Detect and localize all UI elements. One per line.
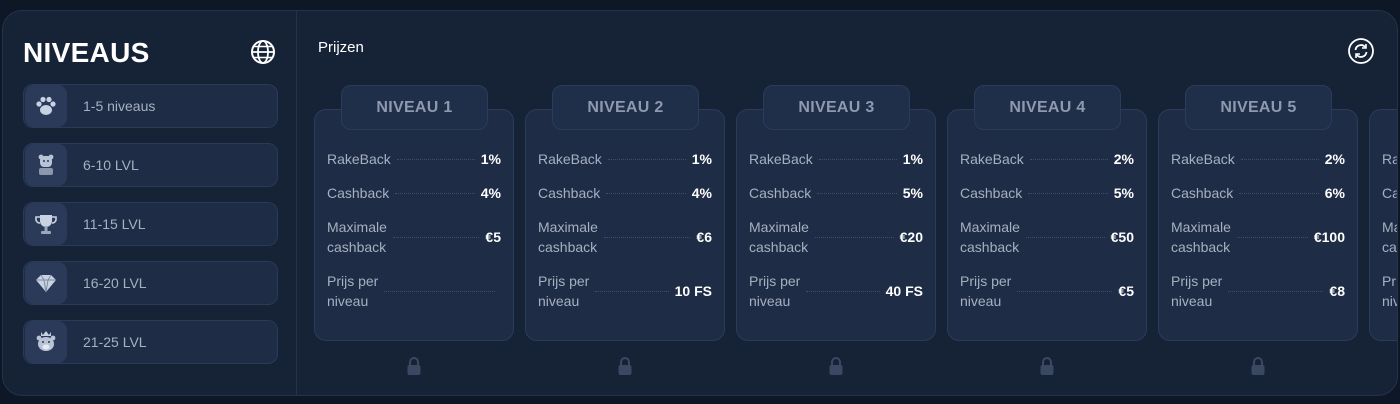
- card-title-level-5: NIVEAU 5: [1185, 85, 1332, 130]
- cashback-row: Cashback 5%: [749, 185, 923, 201]
- cashback-value: 4%: [691, 185, 712, 201]
- sidebar-item-label: 21-25 LVL: [83, 334, 147, 350]
- refresh-icon[interactable]: [1347, 37, 1375, 65]
- max-cashback-value: €20: [899, 229, 923, 245]
- card-title-level-2: NIVEAU 2: [552, 85, 699, 130]
- rakeback-row: RakeBack 1%: [749, 151, 923, 167]
- cashback-row: Cashback 4%: [327, 185, 501, 201]
- lock-icon: [1040, 357, 1054, 375]
- prize-value: 40 FS: [885, 283, 923, 299]
- max-cashback-row: Maximale cashback €100: [1171, 219, 1345, 255]
- sidebar-item-label: 11-15 LVL: [83, 216, 146, 232]
- sidebar-item-levels-21-25[interactable]: 21-25 LVL: [23, 320, 278, 364]
- rakeback-row: RakeBack 2%: [960, 151, 1134, 167]
- crowned-bear-icon: [25, 321, 67, 363]
- max-cashback-row: Maximale cashback €50: [960, 219, 1134, 255]
- cashback-row: Cashback 4%: [538, 185, 712, 201]
- prize-value: €8: [1329, 283, 1345, 299]
- sidebar-item-levels-6-10[interactable]: 6-10 LVL: [23, 143, 278, 187]
- sidebar-title: NIVEAUS: [23, 37, 150, 68]
- level-card-4: RakeBack 2% Cashback 5% Maximale cashback…: [947, 109, 1147, 341]
- cashback-row: Cashback 6%: [1171, 185, 1345, 201]
- level-card-3: RakeBack 1% Cashback 5% Maximale cashback…: [736, 109, 936, 341]
- level-card-6-partial: Ra Ca Maca Prniv: [1369, 109, 1397, 341]
- level-card-2: RakeBack 1% Cashback 4% Maximale cashback…: [525, 109, 725, 341]
- sidebar-item-levels-11-15[interactable]: 11-15 LVL: [23, 202, 278, 246]
- lock-icon: [829, 357, 843, 375]
- sidebar-item-label: 1-5 niveaus: [83, 98, 156, 114]
- lock-icon: [1251, 357, 1265, 375]
- prize-row: Prijs per niveau €8: [1171, 273, 1345, 309]
- rakeback-value: 1%: [691, 151, 712, 167]
- prize-row: Prijs per niveau 40 FS: [749, 273, 923, 309]
- level-card-5: RakeBack 2% Cashback 6% Maximale cashback…: [1158, 109, 1358, 341]
- prize-row: Prijs per niveau: [327, 271, 501, 311]
- trophy-icon: [25, 203, 67, 245]
- prize-row: Prijs per niveau 10 FS: [538, 273, 712, 309]
- paw-icon: [25, 85, 67, 127]
- prizes-section: Prijzen NIVEAU 1 RakeBack 1% Cashback 4%…: [298, 11, 1397, 395]
- max-cashback-row: Maximale cashback €5: [327, 219, 501, 255]
- lock-icon: [407, 357, 421, 375]
- levels-sidebar: NIVEAUS 1-5 niveaus 6-10 LVL 11-15 LVL 1…: [3, 11, 297, 395]
- rakeback-value: 2%: [1324, 151, 1345, 167]
- level-card-1: RakeBack 1% Cashback 4% Maximale cashback…: [314, 109, 514, 341]
- card-title-level-3: NIVEAU 3: [763, 85, 910, 130]
- prize-value: 10 FS: [674, 283, 712, 299]
- rakeback-row: RakeBack 1%: [327, 151, 501, 167]
- cashback-value: 4%: [480, 185, 501, 201]
- cashback-row: Cashback 5%: [960, 185, 1134, 201]
- max-cashback-row: Maximale cashback €6: [538, 219, 712, 255]
- cashback-value: 6%: [1324, 185, 1345, 201]
- sidebar-item-levels-16-20[interactable]: 16-20 LVL: [23, 261, 278, 305]
- max-cashback-value: €6: [696, 229, 712, 245]
- rakeback-row: RakeBack 2%: [1171, 151, 1345, 167]
- levels-panel: NIVEAUS 1-5 niveaus 6-10 LVL 11-15 LVL 1…: [2, 10, 1398, 396]
- globe-icon[interactable]: [249, 38, 277, 66]
- max-cashback-row: Maximale cashback €20: [749, 219, 923, 255]
- rakeback-value: 1%: [902, 151, 923, 167]
- rakeback-value: 1%: [480, 151, 501, 167]
- max-cashback-value: €50: [1110, 229, 1134, 245]
- prize-value: €5: [1118, 283, 1134, 299]
- diamond-icon: [25, 262, 67, 304]
- prize-row: Prijs per niveau €5: [960, 273, 1134, 309]
- cashback-value: 5%: [902, 185, 923, 201]
- card-title-level-4: NIVEAU 4: [974, 85, 1121, 130]
- rakeback-row: RakeBack 1%: [538, 151, 712, 167]
- sidebar-item-levels-1-5[interactable]: 1-5 niveaus: [23, 84, 278, 128]
- max-cashback-value: €100: [1313, 229, 1345, 245]
- sidebar-item-label: 6-10 LVL: [83, 157, 139, 173]
- card-title-level-1: NIVEAU 1: [341, 85, 488, 130]
- bear-bust-icon: [25, 144, 67, 186]
- sidebar-item-label: 16-20 LVL: [83, 275, 147, 291]
- max-cashback-value: €5: [485, 229, 501, 245]
- prizes-title: Prijzen: [318, 39, 364, 56]
- rakeback-value: 2%: [1113, 151, 1134, 167]
- cashback-value: 5%: [1113, 185, 1134, 201]
- lock-icon: [618, 357, 632, 375]
